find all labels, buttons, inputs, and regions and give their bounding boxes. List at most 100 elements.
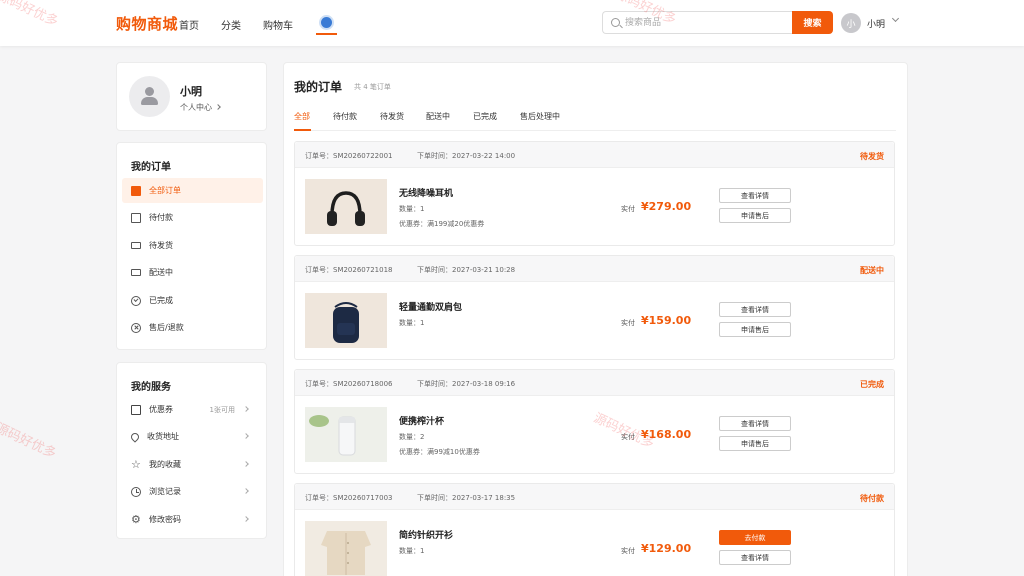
location-pin-icon bbox=[129, 430, 141, 443]
product-thumbnail[interactable] bbox=[305, 407, 387, 462]
sidebar-item-label: 待付款 bbox=[149, 213, 173, 222]
sidebar-item-after-sales[interactable]: 售后/退款 bbox=[122, 315, 263, 340]
profile-name: 小明 bbox=[180, 85, 202, 98]
clock-icon bbox=[131, 486, 141, 497]
ticket-icon bbox=[131, 185, 141, 196]
paid-amount: ¥168.00 bbox=[641, 428, 692, 441]
wallet-icon bbox=[131, 212, 141, 223]
sidebar-item-all-orders[interactable]: 全部订单 bbox=[122, 178, 263, 203]
nav-orders-active-indicator[interactable] bbox=[316, 15, 337, 35]
product-thumbnail[interactable] bbox=[305, 293, 387, 348]
chevron-right-icon bbox=[243, 406, 249, 412]
paid-label: 实付 bbox=[621, 433, 635, 441]
tab-completed[interactable]: 已完成 bbox=[473, 111, 497, 122]
user-avatar-icon bbox=[129, 76, 170, 117]
sidebar-item-label: 待发货 bbox=[149, 241, 173, 250]
star-icon: ☆ bbox=[131, 457, 141, 471]
order-number: 订单号：SM20260717003 bbox=[305, 494, 393, 502]
paid-label: 实付 bbox=[621, 547, 635, 555]
sidebar-item-address[interactable]: 收货地址 bbox=[122, 424, 263, 449]
personal-center-link[interactable]: 个人中心 bbox=[180, 102, 221, 113]
nav-cart[interactable]: 购物车 bbox=[263, 17, 293, 32]
paid-amount: ¥279.00 bbox=[641, 200, 692, 213]
request-after-sales-button[interactable]: 申请售后 bbox=[719, 322, 791, 337]
sidebar-item-pending-payment[interactable]: 待付款 bbox=[122, 205, 263, 230]
sidebar-item-change-password[interactable]: ⚙ 修改密码 bbox=[122, 507, 263, 532]
avatar[interactable]: 小 bbox=[841, 13, 861, 33]
status-badge: 待发货 bbox=[860, 152, 884, 161]
order-time: 下单时间：2027-03-22 14:00 bbox=[417, 152, 516, 160]
status-badge: 配送中 bbox=[860, 266, 884, 275]
product-thumbnail[interactable] bbox=[305, 179, 387, 234]
search-button[interactable]: 搜索 bbox=[792, 11, 833, 34]
order-header: 订单号：SM20260717003 下单时间：2027-03-17 18:35 … bbox=[295, 484, 894, 510]
search-icon bbox=[611, 18, 620, 27]
tab-in-delivery[interactable]: 配送中 bbox=[426, 111, 450, 122]
order-card: 订单号：SM20260717003 下单时间：2027-03-17 18:35 … bbox=[294, 483, 895, 576]
backpack-image bbox=[305, 293, 387, 348]
order-time: 下单时间：2027-03-21 10:28 bbox=[417, 266, 516, 274]
orders-menu-title: 我的订单 bbox=[131, 162, 171, 173]
status-badge: 已完成 bbox=[860, 380, 884, 389]
order-number: 订单号：SM20260722001 bbox=[305, 152, 393, 160]
main-nav: 首页 分类 购物车 bbox=[179, 17, 315, 32]
headphones-image bbox=[305, 179, 387, 234]
order-count: 共 4 笔订单 bbox=[354, 83, 391, 91]
product-quantity: 数量：1 bbox=[399, 547, 425, 555]
sidebar-item-label: 收货地址 bbox=[147, 432, 179, 441]
user-name[interactable]: 小明 bbox=[867, 17, 885, 30]
paid-amount: ¥159.00 bbox=[641, 314, 692, 327]
x-circle-icon bbox=[131, 322, 141, 333]
product-thumbnail[interactable] bbox=[305, 521, 387, 576]
gear-icon: ⚙ bbox=[131, 512, 141, 526]
orders-menu: 我的订单 全部订单 待付款 待发货 配送中 已完成 售后/退款 bbox=[116, 142, 267, 350]
nav-home[interactable]: 首页 bbox=[179, 17, 199, 32]
sidebar-item-label: 全部订单 bbox=[149, 186, 181, 195]
truck-icon bbox=[131, 242, 141, 249]
coupon-count-badge: 1张可用 bbox=[209, 405, 235, 414]
sidebar-item-in-delivery[interactable]: 配送中 bbox=[122, 260, 263, 285]
site-logo[interactable]: 购物商城 bbox=[116, 13, 178, 34]
chevron-right-icon bbox=[243, 461, 249, 467]
request-after-sales-button[interactable]: 申请售后 bbox=[719, 436, 791, 451]
sidebar-item-label: 浏览记录 bbox=[149, 487, 181, 496]
chevron-down-icon[interactable] bbox=[891, 14, 900, 23]
product-name[interactable]: 简约针织开衫 bbox=[399, 528, 453, 541]
tab-after-sales[interactable]: 售后处理中 bbox=[520, 111, 560, 122]
view-details-button[interactable]: 查看详情 bbox=[719, 188, 791, 203]
sidebar-item-coupons[interactable]: 优惠券 1张可用 bbox=[122, 397, 263, 422]
view-details-button[interactable]: 查看详情 bbox=[719, 550, 791, 565]
paid-amount: ¥129.00 bbox=[641, 542, 692, 555]
chevron-right-icon bbox=[243, 433, 249, 439]
cardigan-image bbox=[305, 521, 387, 576]
check-circle-icon bbox=[131, 295, 141, 306]
order-tabs: 全部 待付款 待发货 配送中 已完成 售后处理中 bbox=[294, 111, 896, 131]
tab-pending-payment[interactable]: 待付款 bbox=[333, 111, 357, 122]
record-dot-icon bbox=[321, 17, 332, 28]
order-time: 下单时间：2027-03-17 18:35 bbox=[417, 494, 516, 502]
services-menu-title: 我的服务 bbox=[131, 382, 171, 393]
sidebar-item-history[interactable]: 浏览记录 bbox=[122, 479, 263, 504]
chevron-right-icon bbox=[215, 104, 221, 110]
search-input[interactable] bbox=[625, 16, 785, 30]
status-badge: 待付款 bbox=[860, 494, 884, 503]
pay-now-button[interactable]: 去付款 bbox=[719, 530, 791, 545]
tab-pending-shipment[interactable]: 待发货 bbox=[380, 111, 404, 122]
product-name[interactable]: 轻量通勤双肩包 bbox=[399, 300, 462, 313]
view-details-button[interactable]: 查看详情 bbox=[719, 416, 791, 431]
product-name[interactable]: 便携榨汁杯 bbox=[399, 414, 444, 427]
sidebar-item-completed[interactable]: 已完成 bbox=[122, 288, 263, 313]
order-card: 订单号：SM20260718006 下单时间：2027-03-18 09:16 … bbox=[294, 369, 895, 474]
request-after-sales-button[interactable]: 申请售后 bbox=[719, 208, 791, 223]
sidebar-item-pending-shipment[interactable]: 待发货 bbox=[122, 233, 263, 258]
product-name[interactable]: 无线降噪耳机 bbox=[399, 186, 453, 199]
active-tab-underline bbox=[294, 129, 311, 131]
product-quantity: 数量：1 bbox=[399, 205, 425, 213]
nav-category[interactable]: 分类 bbox=[221, 17, 241, 32]
services-menu: 我的服务 优惠券 1张可用 收货地址 ☆ 我的收藏 浏览记录 ⚙ 修改密码 bbox=[116, 362, 267, 539]
tab-all[interactable]: 全部 bbox=[294, 111, 310, 122]
sidebar-item-favorites[interactable]: ☆ 我的收藏 bbox=[122, 452, 263, 477]
product-quantity: 数量：1 bbox=[399, 319, 425, 327]
sidebar-item-label: 修改密码 bbox=[149, 515, 181, 524]
view-details-button[interactable]: 查看详情 bbox=[719, 302, 791, 317]
